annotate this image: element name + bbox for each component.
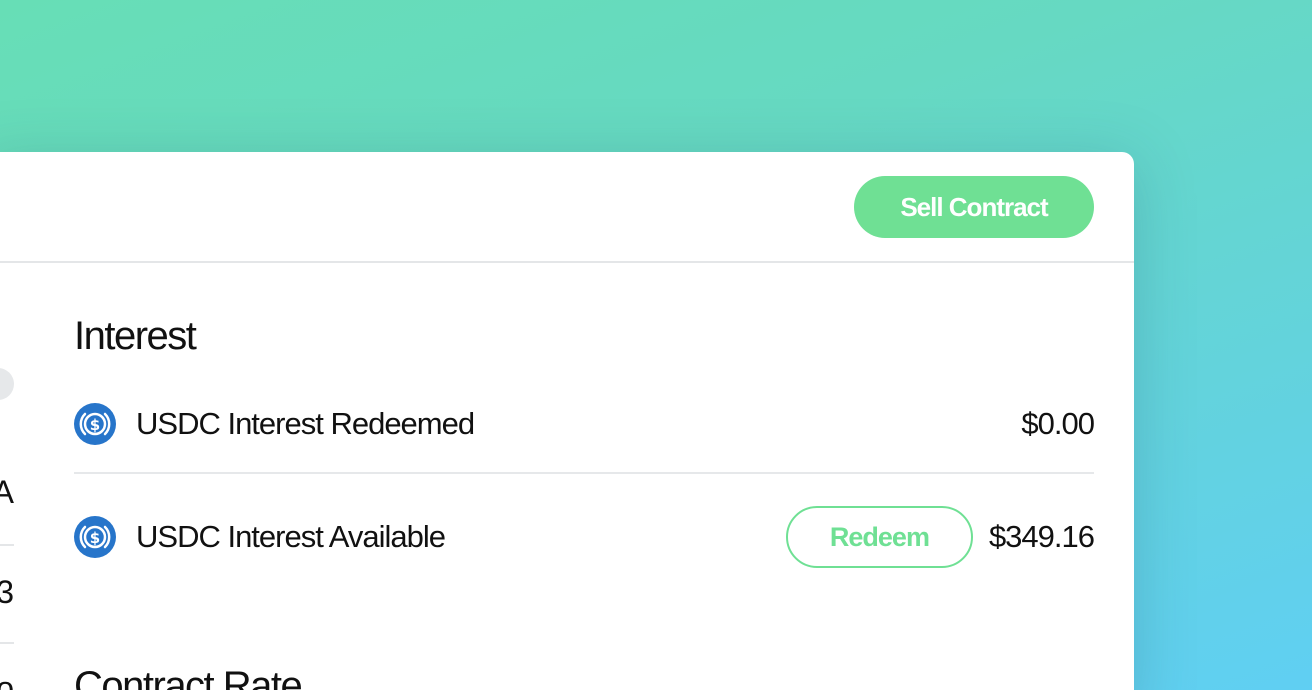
row-divider	[74, 472, 1094, 474]
card-header: Sell Contract	[0, 152, 1134, 263]
left-column-text: 3	[0, 574, 14, 610]
left-column-text: o	[0, 670, 14, 690]
contract-card: Sell Contract A 3 o Interest $ USDC Inte…	[0, 152, 1134, 690]
interest-row-available: $ USDC Interest Available Redeem $349.16	[74, 497, 1095, 577]
redeem-button[interactable]: Redeem	[785, 506, 973, 568]
row-value: $349.16	[988, 519, 1095, 554]
row-value: $0.00	[1021, 406, 1095, 441]
left-column-divider	[0, 544, 14, 546]
left-column-value: o	[0, 670, 14, 690]
usdc-icon: $	[74, 516, 116, 558]
svg-text:$: $	[90, 529, 100, 547]
interest-row-redeemed: $ USDC Interest Redeemed $0.00	[74, 384, 1095, 464]
left-column-value: A	[0, 474, 14, 518]
svg-text:$: $	[90, 416, 100, 434]
row-label: USDC Interest Redeemed	[136, 406, 475, 441]
usdc-icon: $	[74, 403, 116, 445]
left-column-value: 3	[0, 574, 14, 618]
toggle-switch[interactable]	[0, 368, 14, 400]
interest-section-title: Interest	[74, 314, 197, 358]
contract-rate-section-title: Contract Rate	[74, 664, 303, 690]
left-column-text: A	[0, 474, 14, 510]
row-label: USDC Interest Available	[136, 519, 446, 554]
left-column-divider	[0, 642, 14, 644]
sell-contract-button[interactable]: Sell Contract	[854, 176, 1094, 238]
